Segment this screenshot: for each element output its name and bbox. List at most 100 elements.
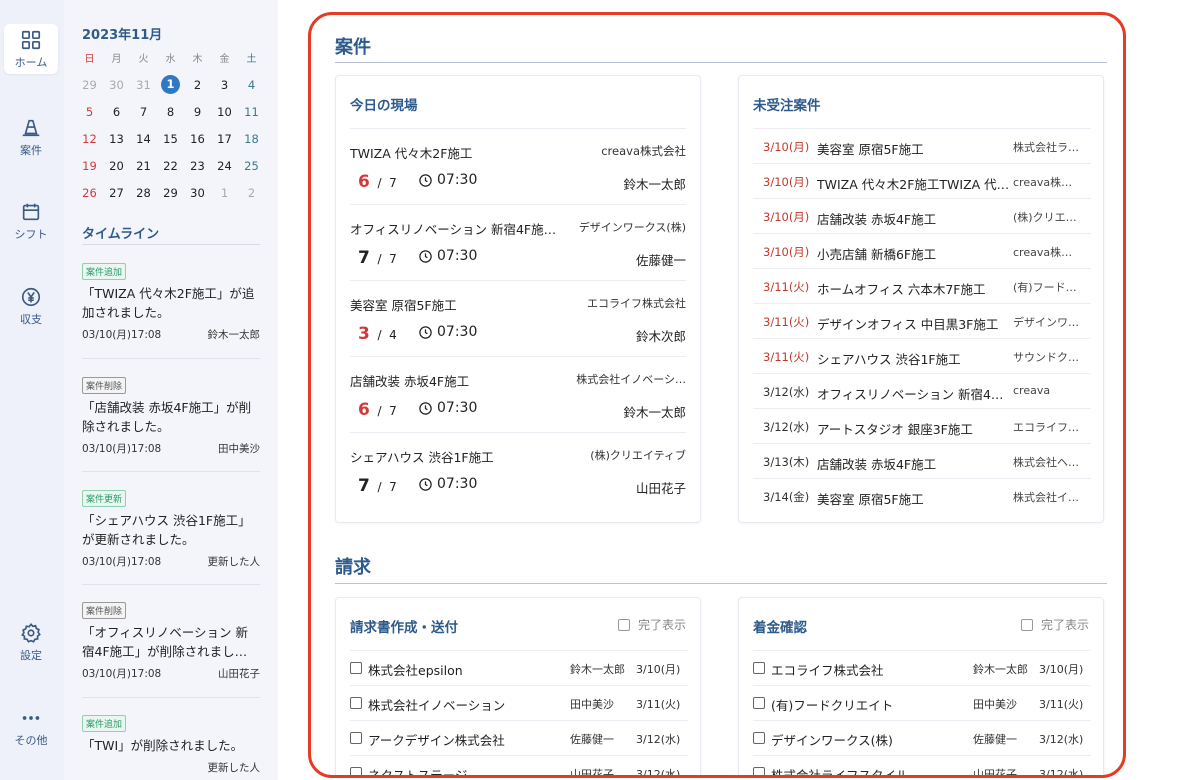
calendar-day[interactable]: 19 [76,159,103,173]
calendar-day[interactable]: 13 [103,132,130,146]
pending-client: デザインワ… [1013,316,1079,329]
calendar-day[interactable]: 23 [184,159,211,173]
pending-row[interactable]: 3/10(月) TWIZA 代々木2F施工TWIZA 代… creava株… [753,163,1091,198]
payment-row[interactable]: 株式会社ライフスタイル 山田花子 3/12(水) [753,755,1091,775]
calendar-day[interactable]: 8 [157,105,184,119]
site-row[interactable]: シェアハウス 渋谷1F施工 (株)クリエイティブ 7 / 7 07:30 山田花… [350,432,686,508]
calendar-day[interactable]: 4 [238,78,265,92]
calendar-day[interactable]: 30 [103,78,130,92]
calendar-day[interactable]: 1 [211,186,238,200]
nav-item-home[interactable]: ホーム [4,24,58,74]
invoice-row[interactable]: 株式会社epsilon 鈴木一太郎 3/10(月) [350,650,688,685]
payment-row[interactable]: (有)フードクリエイト 田中美沙 3/11(火) [753,685,1091,720]
calendar-day[interactable]: 15 [157,132,184,146]
weekday: 水 [165,54,176,65]
calendar-day[interactable]: 16 [184,132,211,146]
done-count: 7 [358,248,370,268]
nav-item-more[interactable]: その他 [4,702,58,752]
timeline-item[interactable]: 案件更新 「シェアハウス 渋谷1F施工」が更新されました。 03/10(月)17… [82,487,260,569]
calendar-day[interactable]: 29 [157,186,184,200]
timeline-time: 03/10(月)17:08 [82,556,162,568]
calendar-day[interactable]: 25 [238,159,265,173]
pending-row[interactable]: 3/12(水) アートスタジオ 銀座3F施工 エコライフ… [753,408,1091,443]
calendar-day[interactable]: 30 [184,186,211,200]
calendar-day[interactable]: 6 [103,105,130,119]
row-checkbox[interactable] [753,732,765,744]
calendar-day[interactable]: 31 [130,78,157,92]
show-completed-toggle[interactable]: 完了表示 [1020,616,1089,633]
invoice-row[interactable]: アークデザイン株式会社 佐藤健一 3/12(水) [350,720,688,755]
calendar-day[interactable]: 26 [76,186,103,200]
calendar-day[interactable]: 17 [211,132,238,146]
row-checkbox[interactable] [753,662,765,674]
calendar-day[interactable]: 20 [103,159,130,173]
nav-item-finance[interactable]: 収支 [4,281,58,331]
calendar-day[interactable]: 7 [130,105,157,119]
pending-date: 3/12(水) [763,385,810,399]
pending-row[interactable]: 3/11(火) デザインオフィス 中目黒3F施工 デザインワ… [753,303,1091,338]
site-row[interactable]: 店舗改装 赤坂4F施工 株式会社イノベーシ… 6 / 7 07:30 鈴木一太郎 [350,356,686,432]
row-checkbox[interactable] [350,697,362,709]
pending-client: 株式会社ラ… [1013,141,1079,154]
calendar-day[interactable]: 10 [211,105,238,119]
payment-row[interactable]: エコライフ株式会社 鈴木一太郎 3/10(月) [753,650,1091,685]
pending-row[interactable]: 3/13(木) 店舗改装 赤坂4F施工 株式会社ヘ… [753,443,1091,478]
calendar-day[interactable]: 18 [238,132,265,146]
invoice-date: 3/11(火) [636,698,681,711]
nav-item-shift[interactable]: シフト [4,196,58,246]
row-checkbox[interactable] [350,732,362,744]
site-name: オフィスリノベーション 新宿4F施… [350,222,557,237]
calendar-day[interactable]: 29 [76,78,103,92]
pending-row[interactable]: 3/14(金) 美容室 原宿5F施工 株式会社イ… [753,478,1091,513]
row-checkbox[interactable] [753,767,765,775]
timeline-item[interactable]: 案件削除 「オフィスリノベーション 新宿4F施工」が削除されまし… 03/10(… [82,599,260,681]
calendar-day[interactable]: 2 [184,78,211,92]
pending-row[interactable]: 3/11(火) ホームオフィス 六本木7F施工 (有)フードク… [753,268,1091,303]
site-count: 6 / 7 [358,172,397,192]
invoice-row[interactable]: 株式会社イノベーション 田中美沙 3/11(火) [350,685,688,720]
pending-client: (株)クリエイ… [1013,211,1087,224]
site-row[interactable]: TWIZA 代々木2F施工 creava株式会社 6 / 7 07:30 鈴木一… [350,128,686,204]
checkbox[interactable] [617,618,630,631]
site-row[interactable]: 美容室 原宿5F施工 エコライフ株式会社 3 / 4 07:30 鈴木次郎 [350,280,686,356]
checkbox[interactable] [1020,618,1033,631]
calendar-day[interactable]: 3 [211,78,238,92]
pending-row[interactable]: 3/11(火) シェアハウス 渋谷1F施工 サウンドク… [753,338,1091,373]
timeline-item[interactable]: 案件追加 「TWI」が削除されました。 更新した人 [82,712,260,775]
pending-date: 3/10(月) [763,140,810,154]
calendar-day[interactable]: 9 [184,105,211,119]
calendar-day[interactable]: 14 [130,132,157,146]
calendar-day[interactable]: 5 [76,105,103,119]
calendar-day[interactable]: 21 [130,159,157,173]
calendar-day[interactable]: 24 [211,159,238,173]
payment-date: 3/12(水) [1039,733,1084,746]
calendar-day[interactable]: 27 [103,186,130,200]
calendar-day[interactable]: 11 [238,105,265,119]
row-checkbox[interactable] [350,662,362,674]
pending-row[interactable]: 3/10(月) 店舗改装 赤坂4F施工 (株)クリエイ… [753,198,1091,233]
calendar-day[interactable]: 22 [157,159,184,173]
pending-row[interactable]: 3/12(水) オフィスリノベーション 新宿4… creava [753,373,1091,408]
pending-name: ホームオフィス 六本木7F施工 [817,282,986,297]
pending-row[interactable]: 3/10(月) 小売店舗 新橋6F施工 creava株… [753,233,1091,268]
invoice-row[interactable]: ネクストステージ 山田花子 3/12(水) [350,755,688,775]
pending-date: 3/10(月) [763,210,810,224]
site-row[interactable]: オフィスリノベーション 新宿4F施… デザインワークス(株) 7 / 7 07:… [350,204,686,280]
show-completed-toggle[interactable]: 完了表示 [617,616,686,633]
row-checkbox[interactable] [753,697,765,709]
nav-item-projects[interactable]: 案件 [4,112,58,162]
timeline-item[interactable]: 案件追加 「TWIZA 代々木2F施工」が追加されました。 03/10(月)17… [82,260,260,342]
calendar-day[interactable]: 28 [130,186,157,200]
row-checkbox[interactable] [350,767,362,775]
calendar-day-today[interactable]: 1 [157,75,184,94]
calendar-day[interactable]: 2 [238,186,265,200]
pending-row[interactable]: 3/10(月) 美容室 原宿5F施工 株式会社ラ… [753,128,1091,163]
calendar-day[interactable]: 12 [76,132,103,146]
calendar-week: 29 30 31 1 2 3 4 [76,71,266,98]
done-count: 6 [358,172,370,192]
timeline-item[interactable]: 案件削除 「店舗改装 赤坂4F施工」が削除されました。 03/10(月)17:0… [82,374,260,456]
clock-icon [419,325,432,339]
nav-item-settings[interactable]: 設定 [4,617,58,667]
start-time: 07:30 [437,400,478,416]
payment-row[interactable]: デザインワークス(株) 佐藤健一 3/12(水) [753,720,1091,755]
